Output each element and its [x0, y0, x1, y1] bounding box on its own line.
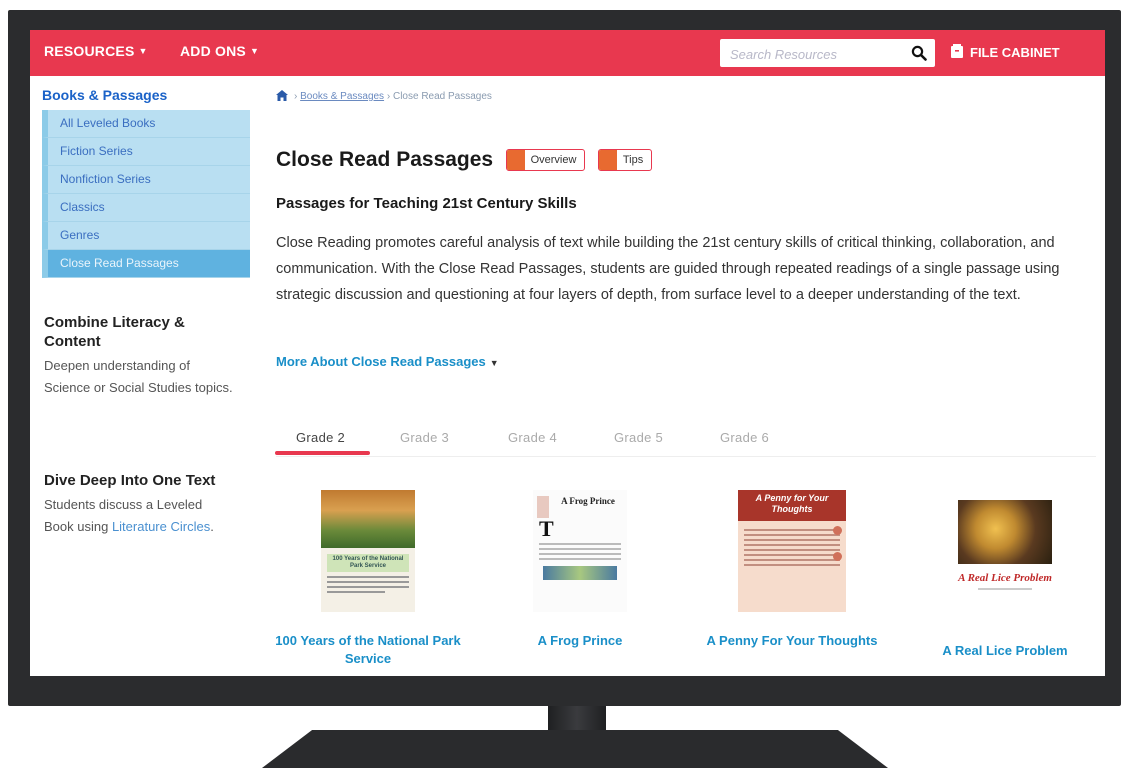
breadcrumb-link-books-passages[interactable]: Books & Passages	[300, 91, 384, 102]
breadcrumb-current: Close Read Passages	[392, 91, 492, 102]
sidebar-item-fiction-series[interactable]: Fiction Series	[42, 138, 250, 166]
sidebar-item-nonfiction-series[interactable]: Nonfiction Series	[42, 166, 250, 194]
sidebar-item-close-read-passages[interactable]: Close Read Passages	[42, 250, 250, 278]
sidebar-item-classics[interactable]: Classics	[42, 194, 250, 222]
cover-bookmark	[537, 496, 549, 518]
top-navigation-bar: RESOURCES▼ ADD ONS▼ FILE CABINET	[30, 30, 1105, 76]
lice-illustration	[958, 500, 1052, 564]
book-cover[interactable]: A Frog Prince T	[533, 490, 627, 612]
combine-literacy-block: Combine Literacy & Content Deepen unders…	[44, 313, 234, 399]
overview-button[interactable]: Overview	[505, 149, 586, 171]
tab-grade-4[interactable]: Grade 4	[508, 430, 557, 445]
more-about-link[interactable]: More About Close Read Passages ▼	[276, 354, 499, 369]
book-title-frog-prince[interactable]: A Frog Prince	[485, 632, 675, 650]
sidebar-title[interactable]: Books & Passages	[42, 87, 167, 103]
breadcrumb-separator: ›	[386, 91, 391, 102]
book-title-real-lice[interactable]: A Real Lice Problem	[910, 642, 1100, 660]
tips-button-label: Tips	[622, 154, 644, 166]
search-box	[720, 39, 935, 67]
resources-menu-label: RESOURCES	[44, 43, 135, 59]
sidebar-nav: All Leveled Books Fiction Series Nonfict…	[42, 110, 250, 278]
video-icon	[598, 150, 617, 170]
monitor-stand	[262, 730, 888, 768]
sidebar-item-genres[interactable]: Genres	[42, 222, 250, 250]
book-cover[interactable]: 100 Years of the National Park Service	[321, 490, 415, 612]
cover-title: A Penny for Your Thoughts	[738, 490, 846, 521]
add-ons-menu-label: ADD ONS	[180, 43, 246, 59]
page-title: Close Read Passages	[276, 148, 494, 171]
tab-grade-2[interactable]: Grade 2	[296, 430, 345, 445]
active-tab-indicator	[275, 451, 370, 455]
cover-illustration	[543, 566, 617, 580]
tab-grade-5[interactable]: Grade 5	[614, 430, 663, 445]
book-card-frog-prince[interactable]: A Frog Prince T A Frog Prince	[485, 490, 675, 650]
tips-button[interactable]: Tips	[597, 149, 653, 171]
dive-deep-text: Students discuss a Leveled Book using Li…	[44, 494, 234, 538]
dive-deep-heading: Dive Deep Into One Text	[44, 472, 216, 489]
page-description: Close Reading promotes careful analysis …	[276, 235, 1060, 303]
breadcrumb-separator: ›	[294, 91, 298, 102]
book-card-100-years[interactable]: 100 Years of the National Park Service 1…	[273, 490, 463, 668]
book-cover[interactable]: A Penny for Your Thoughts	[738, 490, 846, 612]
chevron-down-icon: ▼	[249, 46, 260, 56]
grade-tabs: Grade 2 Grade 3 Grade 4 Grade 5 Grade 6	[276, 426, 1096, 457]
chevron-down-icon: ▼	[138, 46, 148, 56]
tab-grade-3[interactable]: Grade 3	[400, 430, 449, 445]
combine-literacy-heading: Combine Literacy & Content	[44, 314, 185, 350]
book-title-100-years[interactable]: 100 Years of the National Park Service	[273, 632, 463, 668]
book-title-penny-thoughts[interactable]: A Penny For Your Thoughts	[697, 632, 887, 650]
monitor-screen: RESOURCES▼ ADD ONS▼ FILE CABINET Books &…	[30, 30, 1105, 676]
cover-title: A Real Lice Problem	[958, 572, 1052, 584]
monitor-neck	[548, 706, 606, 732]
combine-literacy-text: Deepen understanding of Science or Socia…	[44, 358, 233, 395]
cover-title: 100 Years of the National Park Service	[327, 554, 409, 572]
book-card-real-lice[interactable]: A Real Lice Problem A Real Lice Problem	[910, 490, 1100, 660]
search-input[interactable]	[728, 43, 902, 65]
penny-icon	[833, 552, 842, 561]
resources-menu[interactable]: RESOURCES ▼	[44, 43, 148, 59]
book-cover[interactable]: A Real Lice Problem	[958, 500, 1052, 622]
page-title-row: Close Read Passages Overview Tips	[276, 148, 653, 176]
chevron-down-icon: ▼	[489, 358, 499, 368]
cover-title: A Frog Prince	[561, 496, 615, 506]
page-subtitle: Passages for Teaching 21st Century Skill…	[276, 195, 577, 212]
file-cabinet-label: FILE CABINET	[970, 45, 1060, 60]
overview-button-label: Overview	[530, 154, 577, 166]
dive-deep-block: Dive Deep Into One Text Students discuss…	[44, 471, 234, 538]
penny-icon	[833, 526, 842, 535]
more-about-label: More About Close Read Passages	[276, 354, 486, 369]
book-card-penny-thoughts[interactable]: A Penny for Your Thoughts A Penny For Yo…	[697, 490, 887, 650]
document-icon	[506, 150, 525, 170]
sidebar-item-all-leveled-books[interactable]: All Leveled Books	[42, 110, 250, 138]
file-cabinet-link[interactable]: FILE CABINET	[950, 44, 1060, 60]
drop-cap: T	[539, 516, 554, 541]
landscape-illustration	[321, 490, 415, 548]
add-ons-menu[interactable]: ADD ONS ▼	[180, 43, 259, 59]
tab-grade-6[interactable]: Grade 6	[720, 430, 769, 445]
search-icon[interactable]	[911, 45, 927, 61]
dive-deep-text-suffix: .	[210, 519, 214, 534]
literature-circles-link[interactable]: Literature Circles	[112, 519, 210, 534]
breadcrumb: › Books & Passages › Close Read Passages	[276, 90, 492, 102]
home-icon[interactable]	[276, 90, 288, 101]
file-cabinet-icon	[951, 44, 963, 58]
